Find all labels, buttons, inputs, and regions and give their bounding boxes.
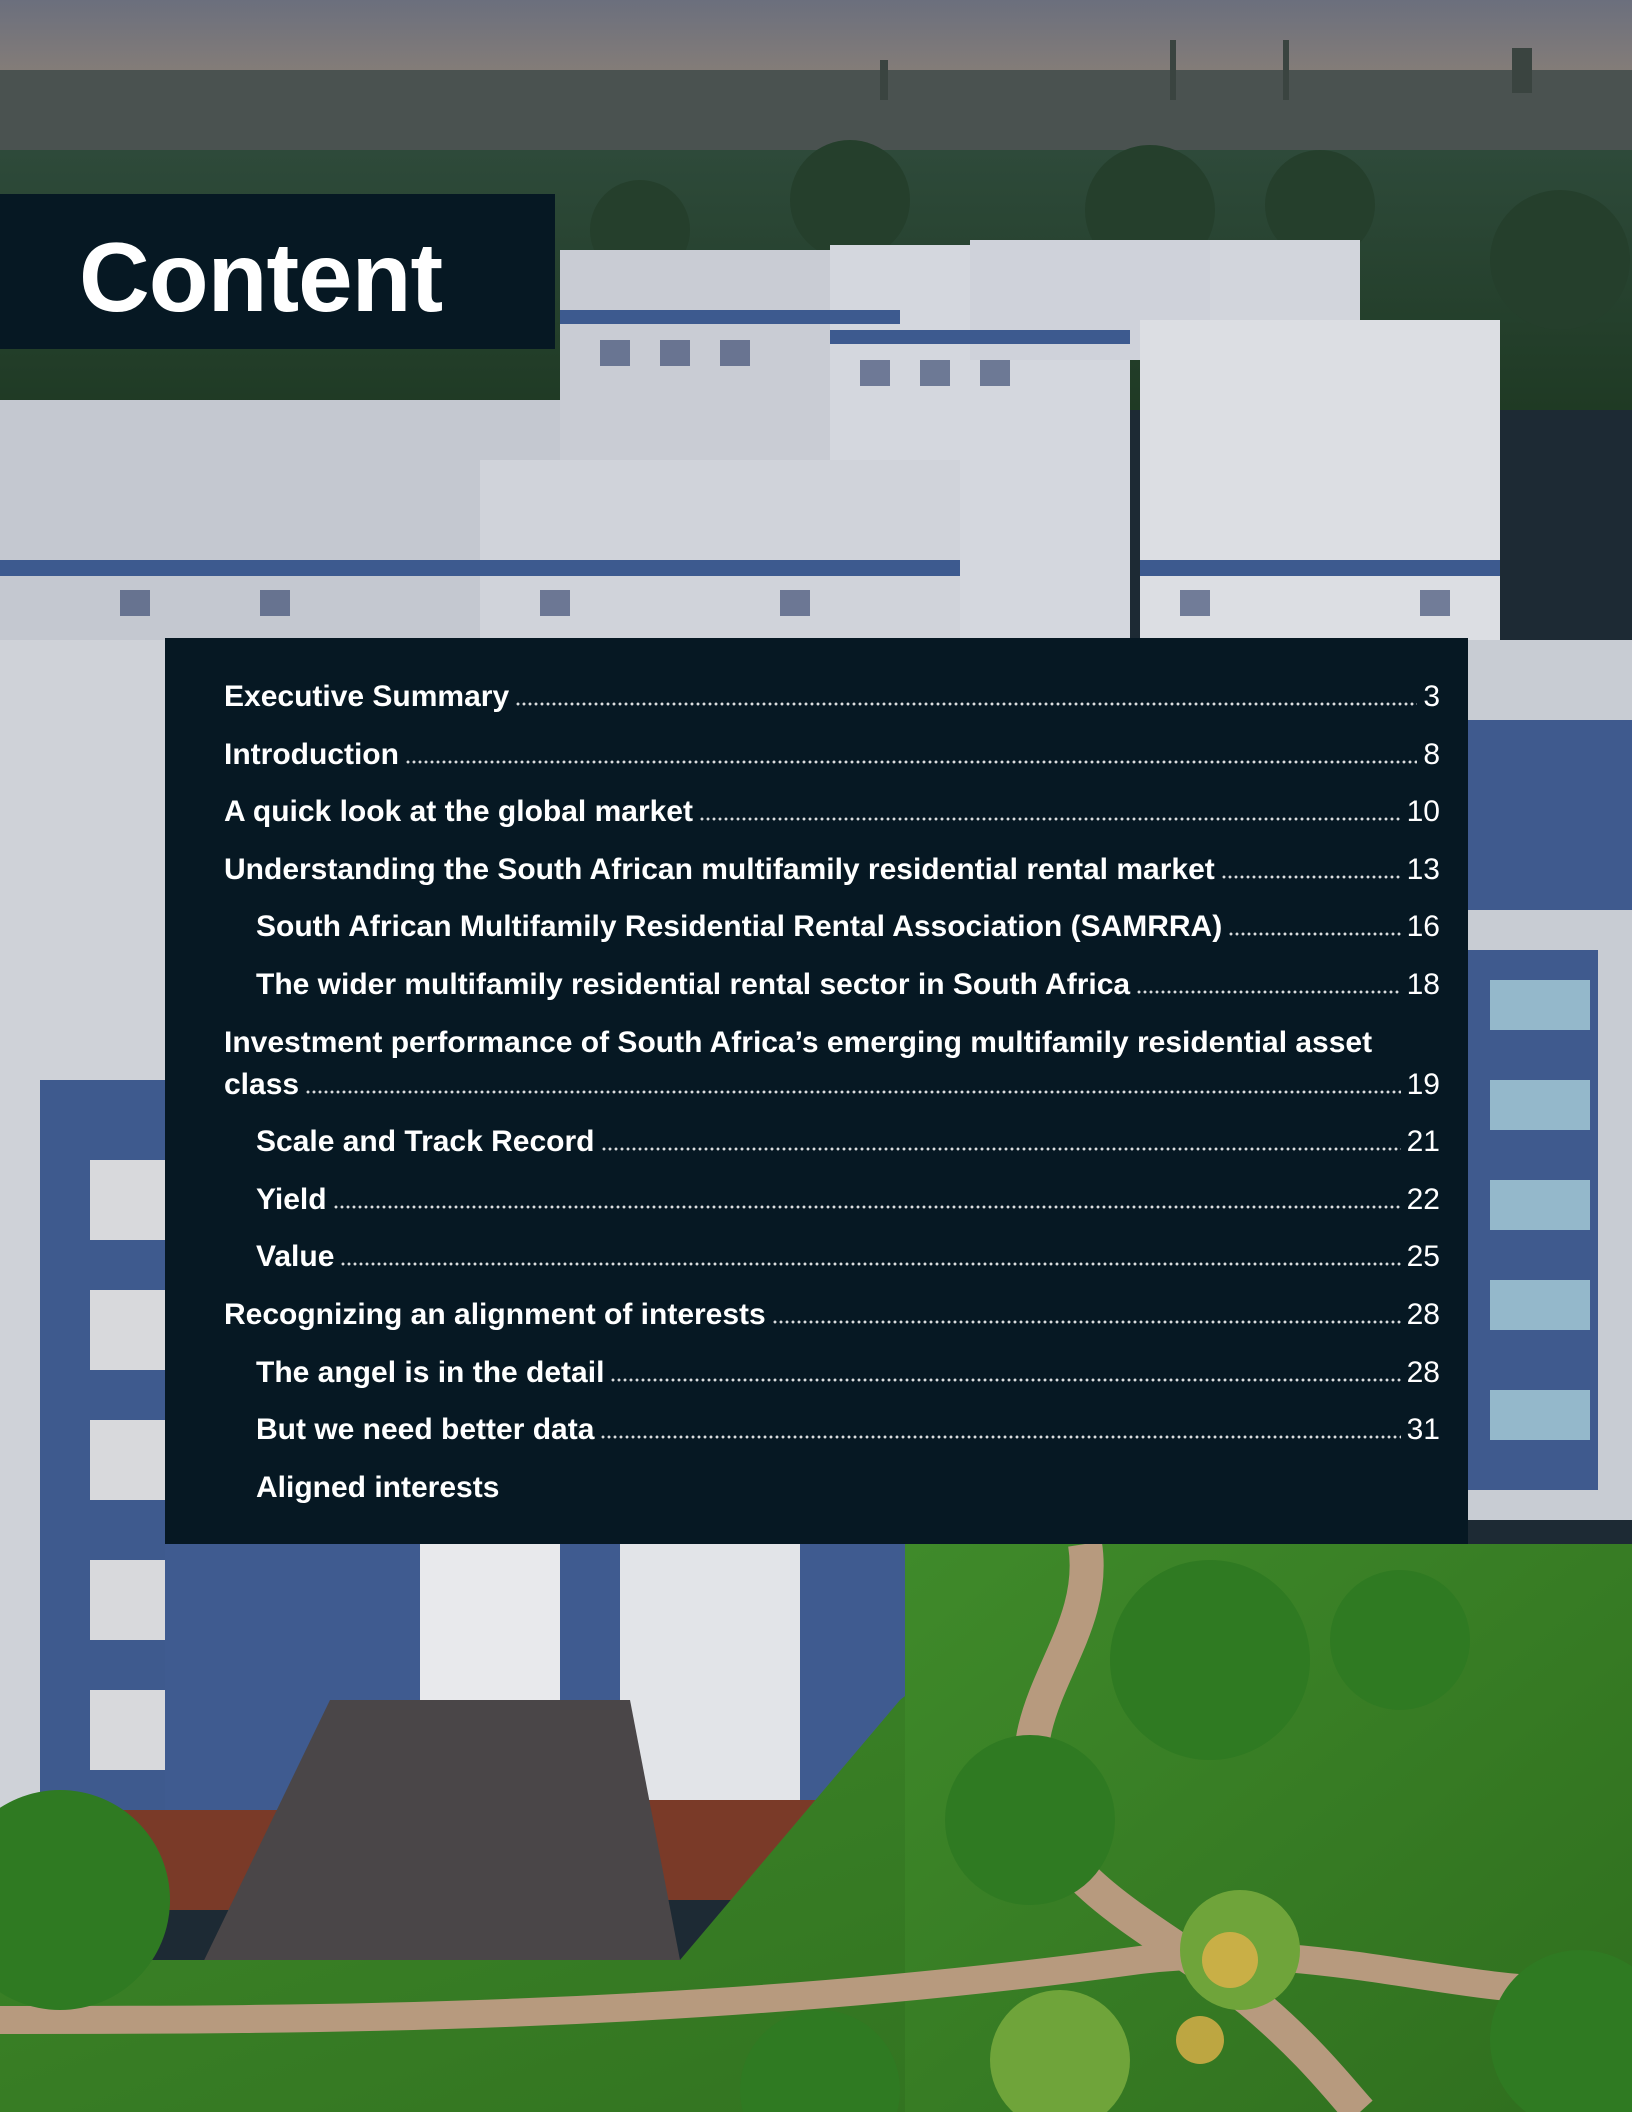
toc-entry-yield[interactable]: Yield 22 [224, 1179, 1440, 1221]
toc-entry-executive-summary[interactable]: Executive Summary 3 [224, 676, 1440, 718]
toc-entry-page: 28 [1406, 1355, 1440, 1389]
toc-entry-investment-performance[interactable]: Investment performance of South Africa’s… [224, 1022, 1440, 1106]
toc-entry-page: 16 [1406, 910, 1440, 944]
toc-entry-page: 13 [1406, 852, 1440, 886]
toc-leader-dots [1220, 872, 1401, 881]
toc-leader-dots [305, 1087, 1401, 1096]
toc-entry-value[interactable]: Value 25 [224, 1236, 1440, 1278]
toc-leader-dots [600, 1145, 1401, 1154]
toc-entry-page: 28 [1406, 1297, 1440, 1331]
toc-entry-label: Recognizing an alignment of interests [224, 1297, 766, 1331]
toc-entry-wider-sector[interactable]: The wider multifamily residential rental… [224, 964, 1440, 1006]
toc-entry-label-line2: class [224, 1067, 300, 1101]
toc-entry-better-data[interactable]: But we need better data 31 [224, 1409, 1440, 1451]
toc-leader-dots [771, 1317, 1401, 1326]
toc-entry-label: Understanding the South African multifam… [224, 852, 1215, 886]
title-banner: Content [0, 194, 555, 349]
toc-leader-dots [600, 1433, 1401, 1442]
toc-entry-scale-track-record[interactable]: Scale and Track Record 21 [224, 1121, 1440, 1163]
toc-entry-sa-rental-market[interactable]: Understanding the South African multifam… [224, 849, 1440, 891]
toc-panel: Executive Summary 3 Introduction 8 A qui… [165, 638, 1468, 1544]
toc-leader-dots [340, 1260, 1401, 1269]
toc-leader-dots [1136, 987, 1401, 996]
toc-entry-label: Executive Summary [224, 680, 510, 713]
toc-entry-global-market[interactable]: A quick look at the global market 10 [224, 791, 1440, 833]
toc-entry-label: The angel is in the detail [256, 1355, 605, 1389]
toc-entry-label: Scale and Track Record [256, 1125, 595, 1159]
page-title: Content [79, 222, 443, 332]
toc-entry-page: 21 [1406, 1125, 1440, 1159]
toc-leader-dots [332, 1202, 1401, 1211]
toc-entry-label: Value [256, 1240, 335, 1274]
toc-entry-label: Yield [256, 1182, 327, 1216]
toc-entry-label-line1: Investment performance of South Africa’s… [224, 1025, 1373, 1059]
toc-entry-page: 3 [1423, 680, 1440, 713]
toc-leader-dots [610, 1375, 1401, 1384]
toc-entry-page: 10 [1406, 795, 1440, 829]
toc-leader-dots [698, 815, 1401, 824]
toc-list: Executive Summary 3 Introduction 8 A qui… [224, 676, 1440, 1524]
toc-entry-label: The wider multifamily residential rental… [256, 967, 1131, 1001]
toc-entry-alignment-of-interests[interactable]: Recognizing an alignment of interests 28 [224, 1294, 1440, 1336]
toc-entry-label: But we need better data [256, 1413, 595, 1447]
toc-leader-dots [1228, 930, 1401, 939]
toc-entry-label: Introduction [224, 737, 399, 771]
toc-entry-label: South African Multifamily Residential Re… [256, 910, 1223, 944]
toc-leader-dots [515, 700, 1418, 708]
toc-entry-page: 18 [1406, 967, 1440, 1001]
toc-entry-introduction[interactable]: Introduction 8 [224, 734, 1440, 776]
toc-entry-page: 19 [1406, 1067, 1440, 1101]
toc-entry-page: 25 [1406, 1240, 1440, 1274]
toc-leader-dots [404, 757, 1418, 766]
toc-entry-page: 31 [1406, 1413, 1440, 1447]
toc-entry-label: A quick look at the global market [224, 795, 693, 829]
toc-entry-samrra[interactable]: South African Multifamily Residential Re… [224, 906, 1440, 948]
toc-entry-aligned-interests[interactable]: Aligned interests [224, 1467, 1440, 1509]
toc-entry-label: Aligned interests [256, 1470, 500, 1504]
toc-entry-page: 8 [1423, 737, 1440, 771]
toc-entry-angel-in-detail[interactable]: The angel is in the detail 28 [224, 1352, 1440, 1394]
toc-entry-page: 22 [1406, 1182, 1440, 1216]
toc-entry-line2: class 19 [224, 1064, 1440, 1106]
